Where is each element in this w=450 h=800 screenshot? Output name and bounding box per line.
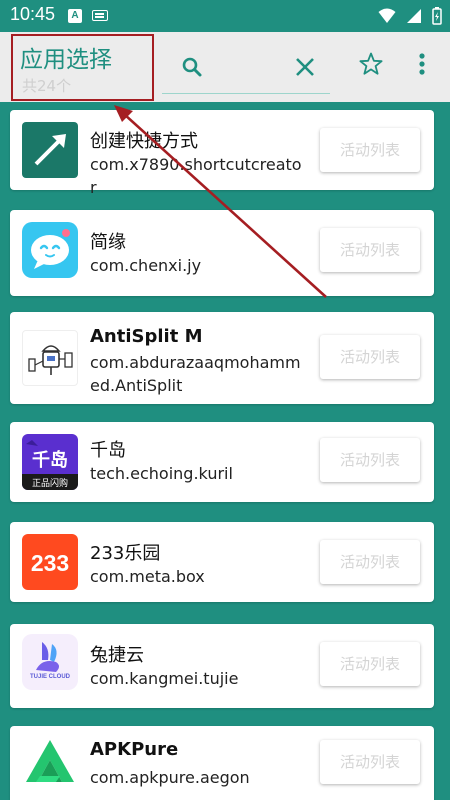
list-item[interactable]: 创建快捷方式 com.x7890.shortcutcreator 活动列表 [10,110,434,197]
apkpure-logo-icon [22,736,78,792]
list-item[interactable]: 简缘 com.chenxi.jy 活动列表 [10,210,434,296]
status-bar: 10:45 A [0,0,450,32]
svg-text:TUJIE CLOUD: TUJIE CLOUD [30,674,71,680]
close-icon[interactable] [292,54,318,80]
wifi-icon [378,8,396,23]
activity-list-button[interactable]: 活动列表 [320,335,420,379]
shortcut-arrow-icon [22,122,78,178]
app-name: 兔捷云 [90,645,144,666]
search-field[interactable] [162,42,330,94]
app-name: 创建快捷方式 [90,131,198,152]
app-name: AntiSplit M [90,326,203,347]
233-logo-icon: 233 [22,534,78,590]
app-package: com.meta.box [90,567,205,586]
app-name: 千岛 [90,440,126,461]
android-robot-icon [22,330,78,386]
input-method-indicator: A [68,9,82,23]
more-options-icon[interactable] [418,51,426,77]
list-item[interactable]: TUJIE CLOUD 兔捷云 com.kangmei.tujie 活动列表 [10,624,434,708]
svg-text:正品闪购: 正品闪购 [32,477,68,489]
svg-text:千岛: 千岛 [32,449,68,471]
status-time: 10:45 [10,4,56,24]
app-package: tech.echoing.kuril [90,464,233,483]
battery-icon [432,7,442,25]
app-name: 简缘 [90,232,126,253]
list-item[interactable]: 千岛 正品闪购 千岛 tech.echoing.kuril 活动列表 [10,422,434,502]
activity-list-button[interactable]: 活动列表 [320,642,420,686]
app-name: 233乐园 [90,543,161,564]
activity-list-button[interactable]: 活动列表 [320,228,420,272]
activity-list-button[interactable]: 活动列表 [320,128,420,172]
signal-icon [407,9,421,23]
app-package: com.apkpure.aegon [90,768,250,787]
list-item[interactable]: APKPure com.apkpure.aegon 活动列表 [10,726,434,800]
annotation-highlight-box [11,34,154,101]
activity-list-button[interactable]: 活动列表 [320,438,420,482]
svg-text:233: 233 [31,550,69,576]
app-name: APKPure [90,739,179,760]
activity-list-button[interactable]: 活动列表 [320,540,420,584]
qiandao-logo-icon: 千岛 正品闪购 [22,434,78,490]
app-package: com.chenxi.jy [90,256,202,275]
app-package: com.kangmei.tujie [90,669,239,688]
app-bar: 应用选择 共24个 [0,32,450,102]
list-item[interactable]: AntiSplit M com.abdurazaaqmohammed.AntiS… [10,312,434,404]
activity-list-button[interactable]: 活动列表 [320,740,420,784]
app-package: com.x7890.shortcutcreator [90,155,302,197]
tujie-rabbit-icon: TUJIE CLOUD [22,634,78,690]
app-package: com.abdurazaaqmohammed.AntiSplit [90,353,301,395]
app-list[interactable]: 创建快捷方式 com.x7890.shortcutcreator 活动列表 简缘… [0,102,450,800]
search-icon[interactable] [180,55,204,79]
list-item[interactable]: 233 233乐园 com.meta.box 活动列表 [10,522,434,602]
keyboard-icon [92,10,108,21]
star-icon[interactable] [358,51,384,77]
chat-bubble-face-icon [22,222,78,278]
status-icons [378,6,442,26]
